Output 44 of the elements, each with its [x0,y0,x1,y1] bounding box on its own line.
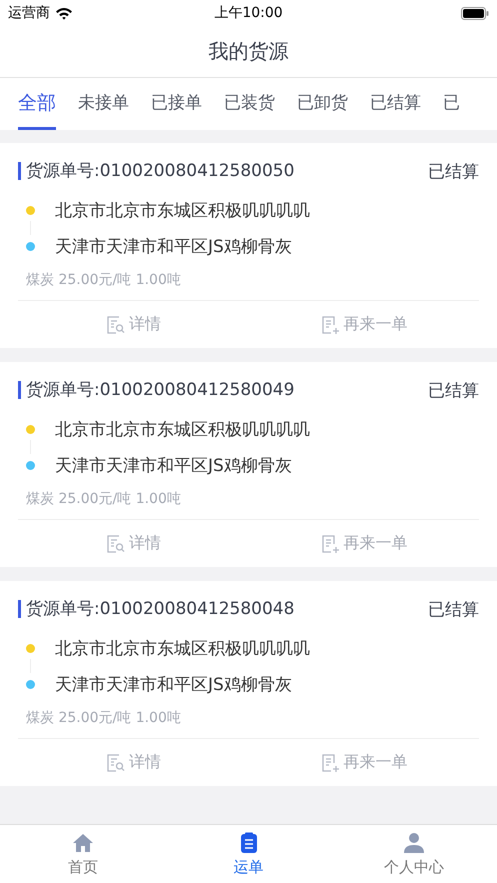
origin-dot-icon [26,206,35,214]
page-title: 我的货源 [208,38,288,65]
nav-tab[interactable]: 个人中心 [331,825,497,883]
order-number: 货源单号:010020080412580049 [18,381,294,399]
order-status: 已结算 [428,380,479,402]
document-add-icon [320,534,340,554]
destination-address: 天津市天津市和平区JS鸡柳骨灰 [55,454,292,476]
order-number: 货源单号:010020080412580048 [18,600,294,618]
document-add-icon [320,314,340,334]
destination-dot-icon [26,242,35,250]
filter-tab[interactable]: 已装货 [224,78,275,130]
nav-tab[interactable]: 首页 [0,825,166,883]
nav-tab[interactable]: 运单 [166,825,332,883]
order-status: 已结算 [428,598,479,620]
origin-address: 北京市北京市东城区积极叽叽叽叽 [55,418,310,440]
filter-tab[interactable]: 未接单 [78,78,129,130]
filter-tab[interactable]: 已 [443,78,460,130]
home-icon [72,832,94,854]
filter-tab[interactable]: 已结算 [370,78,421,130]
order-number: 货源单号:010020080412580050 [18,162,294,180]
origin-dot-icon [26,644,35,652]
filter-tab[interactable]: 全部 [18,78,56,130]
battery-icon [461,6,489,20]
document-search-icon [106,314,126,334]
person-icon [403,832,426,854]
document-search-icon [106,534,126,554]
origin-address: 北京市北京市东城区积极叽叽叽叽 [55,200,310,222]
origin-address: 北京市北京市东城区积极叽叽叽叽 [55,638,310,660]
wifi-icon [55,6,73,20]
destination-dot-icon [26,680,35,688]
cargo-info: 煤炭 25.00元/吨 1.00吨 [25,271,182,290]
status-time: 上午10:00 [214,4,283,22]
cargo-info: 煤炭 25.00元/吨 1.00吨 [25,709,182,728]
carrier-name: 运营商 [8,4,50,22]
document-add-icon [320,752,340,772]
document-search-icon [106,752,126,772]
filter-tab[interactable]: 已接单 [151,78,202,130]
origin-dot-icon [26,424,35,434]
destination-dot-icon [26,460,35,470]
cargo-info: 煤炭 25.00元/吨 1.00吨 [25,490,182,509]
destination-address: 天津市天津市和平区JS鸡柳骨灰 [55,236,292,258]
filter-tab[interactable]: 已卸货 [297,78,348,130]
order-status: 已结算 [428,160,479,182]
destination-address: 天津市天津市和平区JS鸡柳骨灰 [55,674,292,696]
